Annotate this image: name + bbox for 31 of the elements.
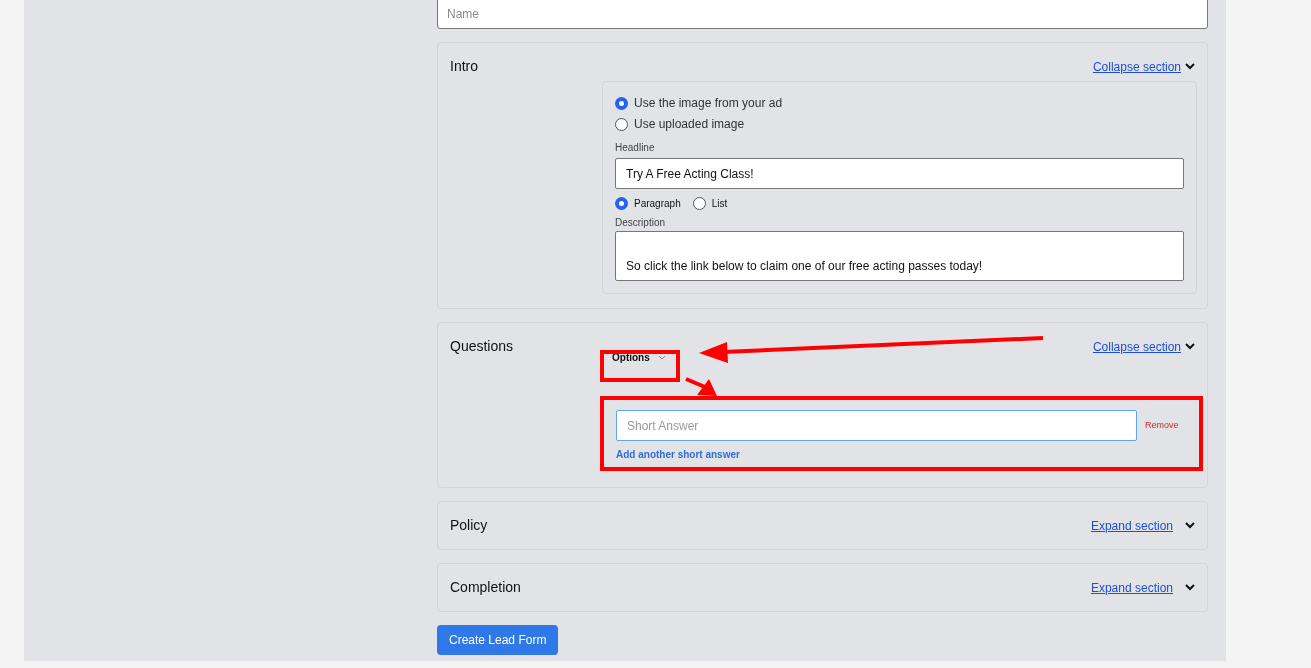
name-field[interactable]: Name <box>437 0 1208 29</box>
radio-button[interactable] <box>615 197 628 210</box>
section-title: Intro <box>450 57 478 76</box>
remove-link[interactable]: Remove <box>1145 418 1181 433</box>
chevron-down-icon <box>1185 63 1195 70</box>
field-label: Description <box>615 216 667 230</box>
section-toggle-link[interactable]: Expand section <box>1090 516 1173 535</box>
radio-label: Use the image from your ad <box>634 95 783 112</box>
create-lead-form-button[interactable]: Create Lead Form <box>437 625 559 655</box>
chevron-down-icon <box>657 354 666 360</box>
radio-button[interactable] <box>692 197 706 210</box>
chevron-down-icon <box>1185 584 1195 591</box>
section-title: Completion <box>450 578 521 597</box>
radio-button[interactable] <box>615 117 628 131</box>
section-toggle-link[interactable]: Collapse section <box>1092 57 1181 76</box>
chevron-down-icon <box>1185 343 1195 350</box>
short-answer-field[interactable]: Short Answer <box>616 410 1137 441</box>
section-toggle-link[interactable]: Expand section <box>1090 578 1173 597</box>
section-title: Policy <box>450 516 488 535</box>
section-title: Questions <box>450 337 514 356</box>
radio-label: List <box>711 197 728 211</box>
headline-field[interactable]: Try A Free Acting Class! <box>615 158 1184 189</box>
chevron-down-icon <box>1185 522 1195 529</box>
radio-label: Use uploaded image <box>634 116 745 133</box>
radio-label: Paragraph <box>634 197 681 211</box>
field-label: Headline <box>615 141 656 155</box>
options-dropdown[interactable]: Options <box>602 345 676 369</box>
radio-button[interactable] <box>615 96 628 110</box>
description-field[interactable]: So click the link below to claim one of our free acting passes today! <box>615 231 1184 281</box>
add-answer-link[interactable]: Add another short answer <box>616 447 1181 462</box>
section-toggle-link[interactable]: Collapse section <box>1092 337 1181 356</box>
